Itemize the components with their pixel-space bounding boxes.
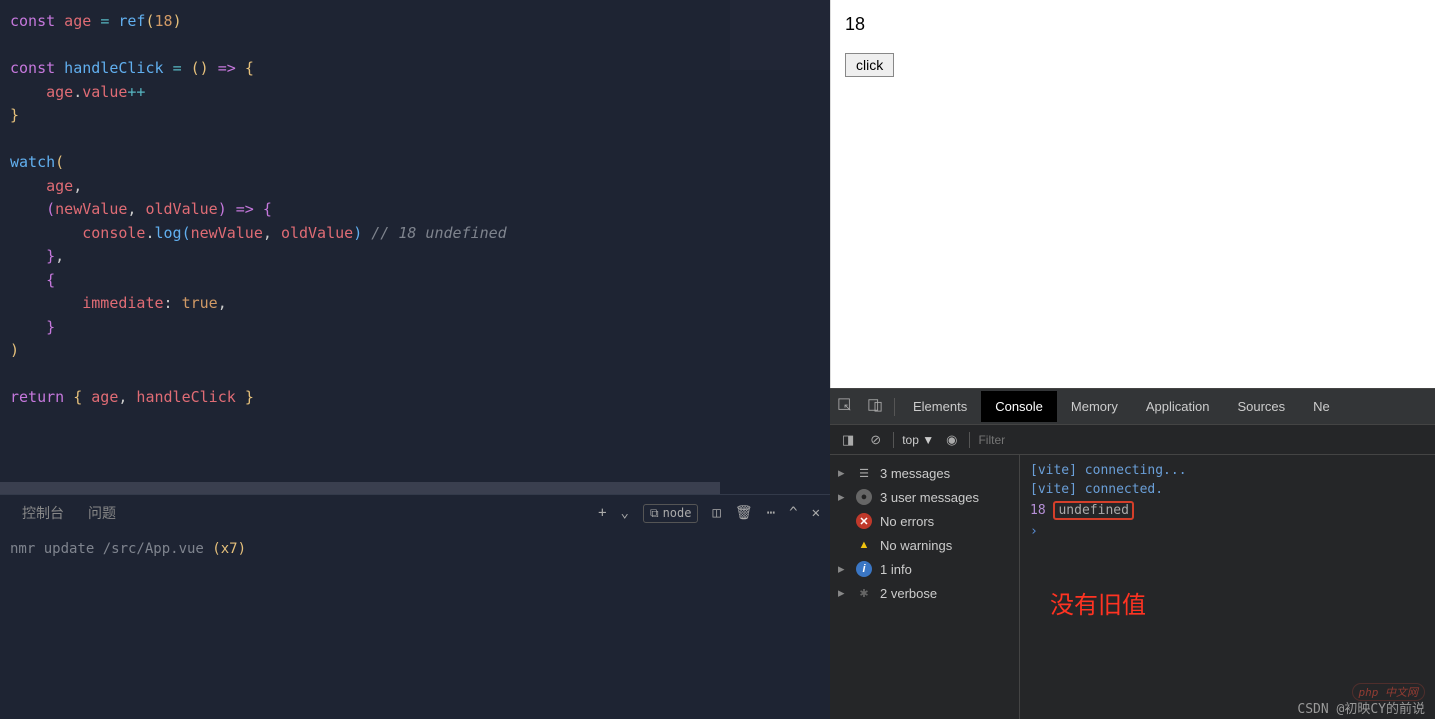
tab-sources[interactable]: Sources bbox=[1223, 391, 1299, 422]
browser-preview: 18 click bbox=[830, 0, 1435, 388]
context-selector[interactable]: top ▼ bbox=[902, 433, 934, 447]
console-sidebar-toggle-icon[interactable]: ◨ bbox=[838, 432, 858, 448]
console-line: [vite] connected. bbox=[1030, 480, 1425, 499]
chevron-down-icon[interactable]: ⌄ bbox=[621, 505, 629, 521]
console-output[interactable]: [vite] connecting... [vite] connected. 1… bbox=[1020, 455, 1435, 719]
editor-pane: const age = ref(18) const handleClick = … bbox=[0, 0, 830, 719]
clear-console-icon[interactable]: ⊘ bbox=[866, 432, 885, 448]
annotation-text: 没有旧值 bbox=[1050, 585, 1146, 620]
highlight-box: undefined bbox=[1053, 501, 1133, 520]
panel-tools: + ⌄ ⧉ node ◫ 🗑 ⋯ ^ ✕ bbox=[598, 504, 820, 523]
hmr-output: nmr update /src/App.vue (x7) bbox=[10, 541, 246, 557]
inspect-icon[interactable] bbox=[830, 398, 860, 415]
tab-application[interactable]: Application bbox=[1132, 391, 1224, 422]
sidebar-user-messages[interactable]: ▸●3 user messages bbox=[830, 485, 1019, 509]
minimap[interactable] bbox=[730, 0, 830, 70]
preview-value: 18 bbox=[845, 14, 1421, 35]
tab-terminal[interactable]: 控制台 bbox=[10, 497, 76, 529]
tab-memory[interactable]: Memory bbox=[1057, 391, 1132, 422]
click-button[interactable]: click bbox=[845, 53, 894, 77]
devtools: Elements Console Memory Application Sour… bbox=[830, 388, 1435, 719]
right-pane: 18 click Elements Console Memory Applica… bbox=[830, 0, 1435, 719]
watermark-csdn: CSDN @初映CY的前说 bbox=[1297, 698, 1425, 717]
devtools-toolbar: ◨ ⊘ top ▼ ◉ bbox=[830, 425, 1435, 455]
filter-input[interactable] bbox=[978, 433, 1427, 447]
sidebar-info[interactable]: ▸i1 info bbox=[830, 557, 1019, 581]
horizontal-scrollbar[interactable] bbox=[0, 482, 830, 494]
terminal-badge[interactable]: ⧉ node bbox=[643, 504, 698, 523]
sidebar-verbose[interactable]: ▸✱2 verbose bbox=[830, 581, 1019, 605]
tab-network[interactable]: Ne bbox=[1299, 391, 1344, 422]
tab-elements[interactable]: Elements bbox=[899, 391, 981, 422]
console-line: 18 undefined bbox=[1030, 499, 1425, 522]
bottom-panel: 控制台 问题 + ⌄ ⧉ node ◫ 🗑 ⋯ ^ ✕ nmr update /… bbox=[0, 494, 830, 719]
console-sidebar: ▸☰3 messages ▸●3 user messages ✕No error… bbox=[830, 455, 1020, 719]
sidebar-errors[interactable]: ✕No errors bbox=[830, 509, 1019, 533]
split-icon[interactable]: ◫ bbox=[712, 505, 720, 521]
console-prompt[interactable]: › bbox=[1030, 522, 1425, 541]
trash-icon[interactable]: 🗑 bbox=[735, 505, 753, 521]
panel-tabs: 控制台 问题 + ⌄ ⧉ node ◫ 🗑 ⋯ ^ ✕ bbox=[0, 495, 830, 531]
eye-icon[interactable]: ◉ bbox=[942, 432, 961, 448]
console-line: [vite] connecting... bbox=[1030, 461, 1425, 480]
sidebar-messages[interactable]: ▸☰3 messages bbox=[830, 461, 1019, 485]
devtools-body: ▸☰3 messages ▸●3 user messages ✕No error… bbox=[830, 455, 1435, 719]
plus-icon[interactable]: + bbox=[598, 505, 606, 521]
scrollbar-thumb[interactable] bbox=[0, 482, 720, 494]
sidebar-warnings[interactable]: ▲No warnings bbox=[830, 533, 1019, 557]
terminal-body[interactable]: nmr update /src/App.vue (x7) bbox=[0, 531, 830, 719]
tab-console[interactable]: Console bbox=[981, 391, 1057, 422]
device-icon[interactable] bbox=[860, 398, 890, 415]
chevron-up-icon[interactable]: ^ bbox=[789, 505, 797, 521]
more-icon[interactable]: ⋯ bbox=[767, 505, 775, 521]
code-editor[interactable]: const age = ref(18) const handleClick = … bbox=[0, 0, 830, 482]
tab-problems[interactable]: 问题 bbox=[76, 497, 128, 529]
close-icon[interactable]: ✕ bbox=[812, 505, 820, 521]
devtools-tabbar: Elements Console Memory Application Sour… bbox=[830, 389, 1435, 425]
